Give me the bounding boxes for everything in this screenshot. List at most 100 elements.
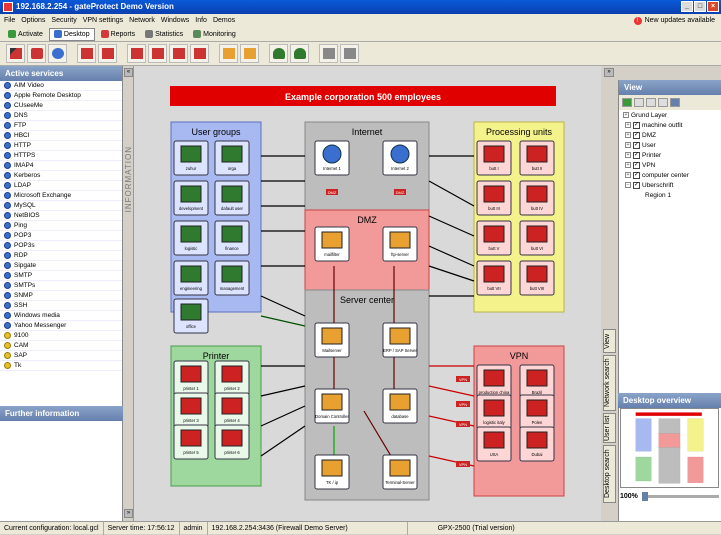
service-item[interactable]: Yahoo Messenger <box>0 321 122 331</box>
service-item[interactable]: MySQL <box>0 201 122 211</box>
service-item[interactable]: Ping <box>0 221 122 231</box>
service-item[interactable]: RDP <box>0 251 122 261</box>
tab-monitoring[interactable]: Monitoring <box>189 28 240 41</box>
layer-item[interactable]: − ✓ Uberschrift <box>619 180 721 190</box>
internet-tool-button[interactable] <box>48 44 67 63</box>
expand-toggle-icon[interactable]: + <box>625 162 631 168</box>
layer-item[interactable]: + ✓ VPN <box>619 160 721 170</box>
overview-minimap[interactable] <box>620 408 719 488</box>
layer-item[interactable]: + Grund Layer <box>619 110 721 120</box>
connection-line[interactable] <box>428 385 475 397</box>
expand-toggle-icon[interactable]: + <box>623 112 629 118</box>
service-item[interactable]: CAM <box>0 341 122 351</box>
connection-line[interactable] <box>260 425 306 457</box>
layer-item[interactable]: Region 1 <box>619 190 721 200</box>
layer-item[interactable]: + ✓ Printer <box>619 150 721 160</box>
tab-activate[interactable]: Activate <box>4 28 47 41</box>
close-button[interactable]: × <box>707 1 719 12</box>
service-item[interactable]: HTTP <box>0 141 122 151</box>
vtab-view[interactable]: View <box>603 329 616 353</box>
layer-item[interactable]: + ✓ User <box>619 140 721 150</box>
dmz-tool-button[interactable] <box>240 44 259 63</box>
service-item[interactable]: NetBIOS <box>0 211 122 221</box>
service-item[interactable]: IMAP4 <box>0 161 122 171</box>
add-layer-icon[interactable] <box>622 98 632 107</box>
layer-checkbox[interactable]: ✓ <box>633 171 640 179</box>
expand-toggle-icon[interactable]: + <box>625 142 631 148</box>
menu-options[interactable]: Options <box>21 17 45 24</box>
vpn-user-tool-button[interactable] <box>169 44 188 63</box>
layer-settings-icon[interactable] <box>670 98 680 107</box>
remove-layer-icon[interactable] <box>634 98 644 107</box>
expand-left-arrow[interactable]: » <box>124 509 133 518</box>
menu-security[interactable]: Security <box>51 17 76 24</box>
service-item[interactable]: SNMP <box>0 291 122 301</box>
connection-line[interactable] <box>428 245 475 267</box>
connection-line[interactable] <box>428 180 475 207</box>
tab-desktop[interactable]: Desktop <box>48 27 95 41</box>
service-item[interactable]: AIM Video <box>0 81 122 91</box>
layer-down-icon[interactable] <box>646 98 656 107</box>
user-tool-button[interactable] <box>269 44 288 63</box>
service-item[interactable]: Microsoft Exchange <box>0 191 122 201</box>
connection-line[interactable] <box>260 295 306 317</box>
network-diagram[interactable]: Example corporation 500 employees User gr… <box>134 66 601 521</box>
service-item[interactable]: DNS <box>0 111 122 121</box>
connection-line[interactable] <box>260 385 306 397</box>
vpn-host-tool-button[interactable] <box>127 44 146 63</box>
service-item[interactable]: CUseeMe <box>0 101 122 111</box>
vtab-user-list[interactable]: User list <box>603 413 616 443</box>
expand-toggle-icon[interactable]: − <box>625 182 631 188</box>
service-item[interactable]: SMTPs <box>0 281 122 291</box>
tab-statistics[interactable]: Statistics <box>141 28 187 41</box>
layer-checkbox[interactable]: ✓ <box>633 131 640 139</box>
layer-item[interactable]: + ✓ computer center <box>619 170 721 180</box>
menu-file[interactable]: File <box>4 17 15 24</box>
service-item[interactable]: Tk <box>0 361 122 371</box>
menu-windows[interactable]: Windows <box>161 17 189 24</box>
layer-item[interactable]: + ✓ machine outfit <box>619 120 721 130</box>
layer-up-icon[interactable] <box>658 98 668 107</box>
server-tool-button[interactable] <box>98 44 117 63</box>
service-item[interactable]: Apple Remote Desktop <box>0 91 122 101</box>
service-item[interactable]: SMTP <box>0 271 122 281</box>
connection-line[interactable] <box>428 265 475 282</box>
zoom-slider-thumb[interactable] <box>641 491 648 501</box>
menu-vpn-settings[interactable]: VPN settings <box>83 17 123 24</box>
connection-line[interactable] <box>428 215 475 237</box>
menu-demos[interactable]: Demos <box>213 17 235 24</box>
stack-tool-button[interactable] <box>219 44 238 63</box>
service-item[interactable]: HBCI <box>0 131 122 141</box>
monitor-tool-button[interactable] <box>319 44 338 63</box>
select-tool-button[interactable] <box>6 44 25 63</box>
vpn-group-tool-button[interactable] <box>190 44 209 63</box>
collapse-right-arrow[interactable]: » <box>604 68 614 77</box>
service-item[interactable]: FTP <box>0 121 122 131</box>
tab-reports[interactable]: Reports <box>97 28 140 41</box>
zoom-slider[interactable] <box>641 491 719 501</box>
computer-tool-button[interactable] <box>77 44 96 63</box>
connection-line[interactable] <box>260 405 306 427</box>
service-item[interactable]: Windows media <box>0 311 122 321</box>
collapse-left-arrow[interactable]: « <box>124 68 133 77</box>
expand-toggle-icon[interactable]: + <box>625 172 631 178</box>
connect-tool-button[interactable] <box>27 44 46 63</box>
connection-line[interactable] <box>260 315 306 327</box>
service-item[interactable]: POP3 <box>0 231 122 241</box>
service-item[interactable]: Kerberos <box>0 171 122 181</box>
service-item[interactable]: LDAP <box>0 181 122 191</box>
expand-toggle-icon[interactable]: + <box>625 122 631 128</box>
menu-network[interactable]: Network <box>129 17 155 24</box>
layer-checkbox[interactable]: ✓ <box>633 161 640 169</box>
vtab-network-search[interactable]: Network search <box>603 355 616 411</box>
screen-tool-button[interactable] <box>340 44 359 63</box>
menu-info[interactable]: Info <box>195 17 207 24</box>
updates-notice[interactable]: ! New updates available <box>633 16 721 25</box>
layer-item[interactable]: + ✓ DMZ <box>619 130 721 140</box>
service-item[interactable]: POP3s <box>0 241 122 251</box>
layer-checkbox[interactable]: ✓ <box>633 151 640 159</box>
vtab-desktop-search[interactable]: Desktop search <box>603 445 616 503</box>
group-tool-button[interactable] <box>290 44 309 63</box>
minimize-button[interactable]: _ <box>681 1 693 12</box>
desktop-canvas[interactable]: Example corporation 500 employees User gr… <box>134 66 601 521</box>
